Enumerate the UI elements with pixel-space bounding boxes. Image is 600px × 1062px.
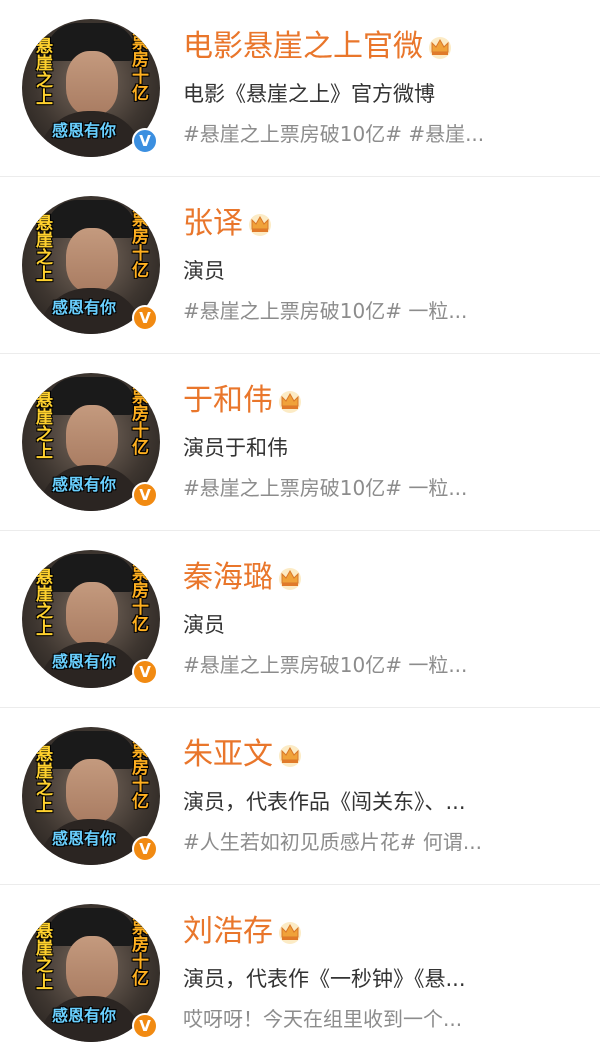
avatar-text-bottom: 感恩有你 (52, 121, 117, 140)
avatar-text-left: 悬崖之上 (32, 214, 52, 282)
account-row[interactable]: 悬崖之上 票房十亿 感恩有你 V 电影悬崖之上官微 电影《悬崖之上》官方微博 #… (0, 0, 600, 177)
avatar-text-left: 悬崖之上 (32, 745, 52, 813)
account-row[interactable]: 悬崖之上 票房十亿 感恩有你 V 刘浩存 演员，代表作《一秒钟》《悬... 哎呀… (0, 885, 600, 1062)
verified-v-icon: V (132, 128, 158, 154)
name-line: 刘浩存 (183, 915, 303, 949)
verified-v-icon: V (132, 659, 158, 685)
avatar-text-left: 悬崖之上 (32, 568, 52, 636)
account-row[interactable]: 悬崖之上 票房十亿 感恩有你 V 朱亚文 演员，代表作品《闯关东》、... #人… (0, 708, 600, 885)
avatar-text-bottom: 感恩有你 (52, 1006, 117, 1025)
account-description: 演员 (183, 259, 225, 283)
avatar-text-bottom: 感恩有你 (52, 829, 117, 848)
account-row[interactable]: 悬崖之上 票房十亿 感恩有你 V 张译 演员 #悬崖之上票房破10亿# 一粒..… (0, 177, 600, 354)
account-name[interactable]: 于和伟 (183, 384, 273, 418)
avatar-face-shape (66, 405, 118, 469)
name-line: 电影悬崖之上官微 (183, 30, 453, 64)
crown-icon (279, 922, 301, 944)
account-list: 悬崖之上 票房十亿 感恩有你 V 电影悬崖之上官微 电影《悬崖之上》官方微博 #… (0, 0, 600, 1062)
account-description: 演员，代表作《一秒钟》《悬... (183, 967, 466, 991)
account-description: 演员 (183, 613, 225, 637)
avatar-text-right: 票房十亿 (128, 564, 148, 632)
name-line: 朱亚文 (183, 738, 303, 772)
account-name[interactable]: 秦海璐 (183, 561, 273, 595)
verified-v-icon: V (132, 482, 158, 508)
avatar-text-right: 票房十亿 (128, 33, 148, 101)
latest-post[interactable]: 哎呀呀！今天在组里收到一个... (183, 1006, 583, 1032)
avatar-text-right: 票房十亿 (128, 741, 148, 809)
avatar-face-shape (66, 759, 118, 823)
avatar-text-left: 悬崖之上 (32, 391, 52, 459)
avatar-text-bottom: 感恩有你 (52, 298, 117, 317)
account-name[interactable]: 刘浩存 (183, 915, 273, 949)
crown-icon (279, 391, 301, 413)
account-row[interactable]: 悬崖之上 票房十亿 感恩有你 V 于和伟 演员于和伟 #悬崖之上票房破10亿# … (0, 354, 600, 531)
avatar-face-shape (66, 51, 118, 115)
name-line: 秦海璐 (183, 561, 303, 595)
latest-post[interactable]: #悬崖之上票房破10亿# 一粒... (183, 298, 583, 324)
avatar-face-shape (66, 582, 118, 646)
verified-v-icon: V (132, 1013, 158, 1039)
account-name[interactable]: 朱亚文 (183, 738, 273, 772)
latest-post[interactable]: #悬崖之上票房破10亿# 一粒... (183, 652, 583, 678)
avatar-face-shape (66, 228, 118, 292)
latest-post[interactable]: #悬崖之上票房破10亿# 一粒... (183, 475, 583, 501)
crown-icon (249, 214, 271, 236)
name-line: 于和伟 (183, 384, 303, 418)
avatar-text-bottom: 感恩有你 (52, 652, 117, 671)
avatar-text-right: 票房十亿 (128, 210, 148, 278)
account-description: 电影《悬崖之上》官方微博 (183, 82, 435, 106)
verified-v-icon: V (132, 305, 158, 331)
name-line: 张译 (183, 207, 273, 241)
account-description: 演员，代表作品《闯关东》、... (183, 790, 466, 814)
account-name[interactable]: 电影悬崖之上官微 (183, 30, 423, 64)
avatar-text-bottom: 感恩有你 (52, 475, 117, 494)
crown-icon (279, 745, 301, 767)
crown-icon (429, 37, 451, 59)
avatar-face-shape (66, 936, 118, 1000)
avatar-text-right: 票房十亿 (128, 918, 148, 986)
account-description: 演员于和伟 (183, 436, 288, 460)
avatar-text-left: 悬崖之上 (32, 37, 52, 105)
verified-v-icon: V (132, 836, 158, 862)
latest-post[interactable]: #悬崖之上票房破10亿# #悬崖... (183, 121, 583, 147)
avatar-text-right: 票房十亿 (128, 387, 148, 455)
crown-icon (279, 568, 301, 590)
avatar-text-left: 悬崖之上 (32, 922, 52, 990)
account-name[interactable]: 张译 (183, 207, 243, 241)
latest-post[interactable]: #人生若如初见质感片花# 何谓... (183, 829, 583, 855)
account-row[interactable]: 悬崖之上 票房十亿 感恩有你 V 秦海璐 演员 #悬崖之上票房破10亿# 一粒.… (0, 531, 600, 708)
